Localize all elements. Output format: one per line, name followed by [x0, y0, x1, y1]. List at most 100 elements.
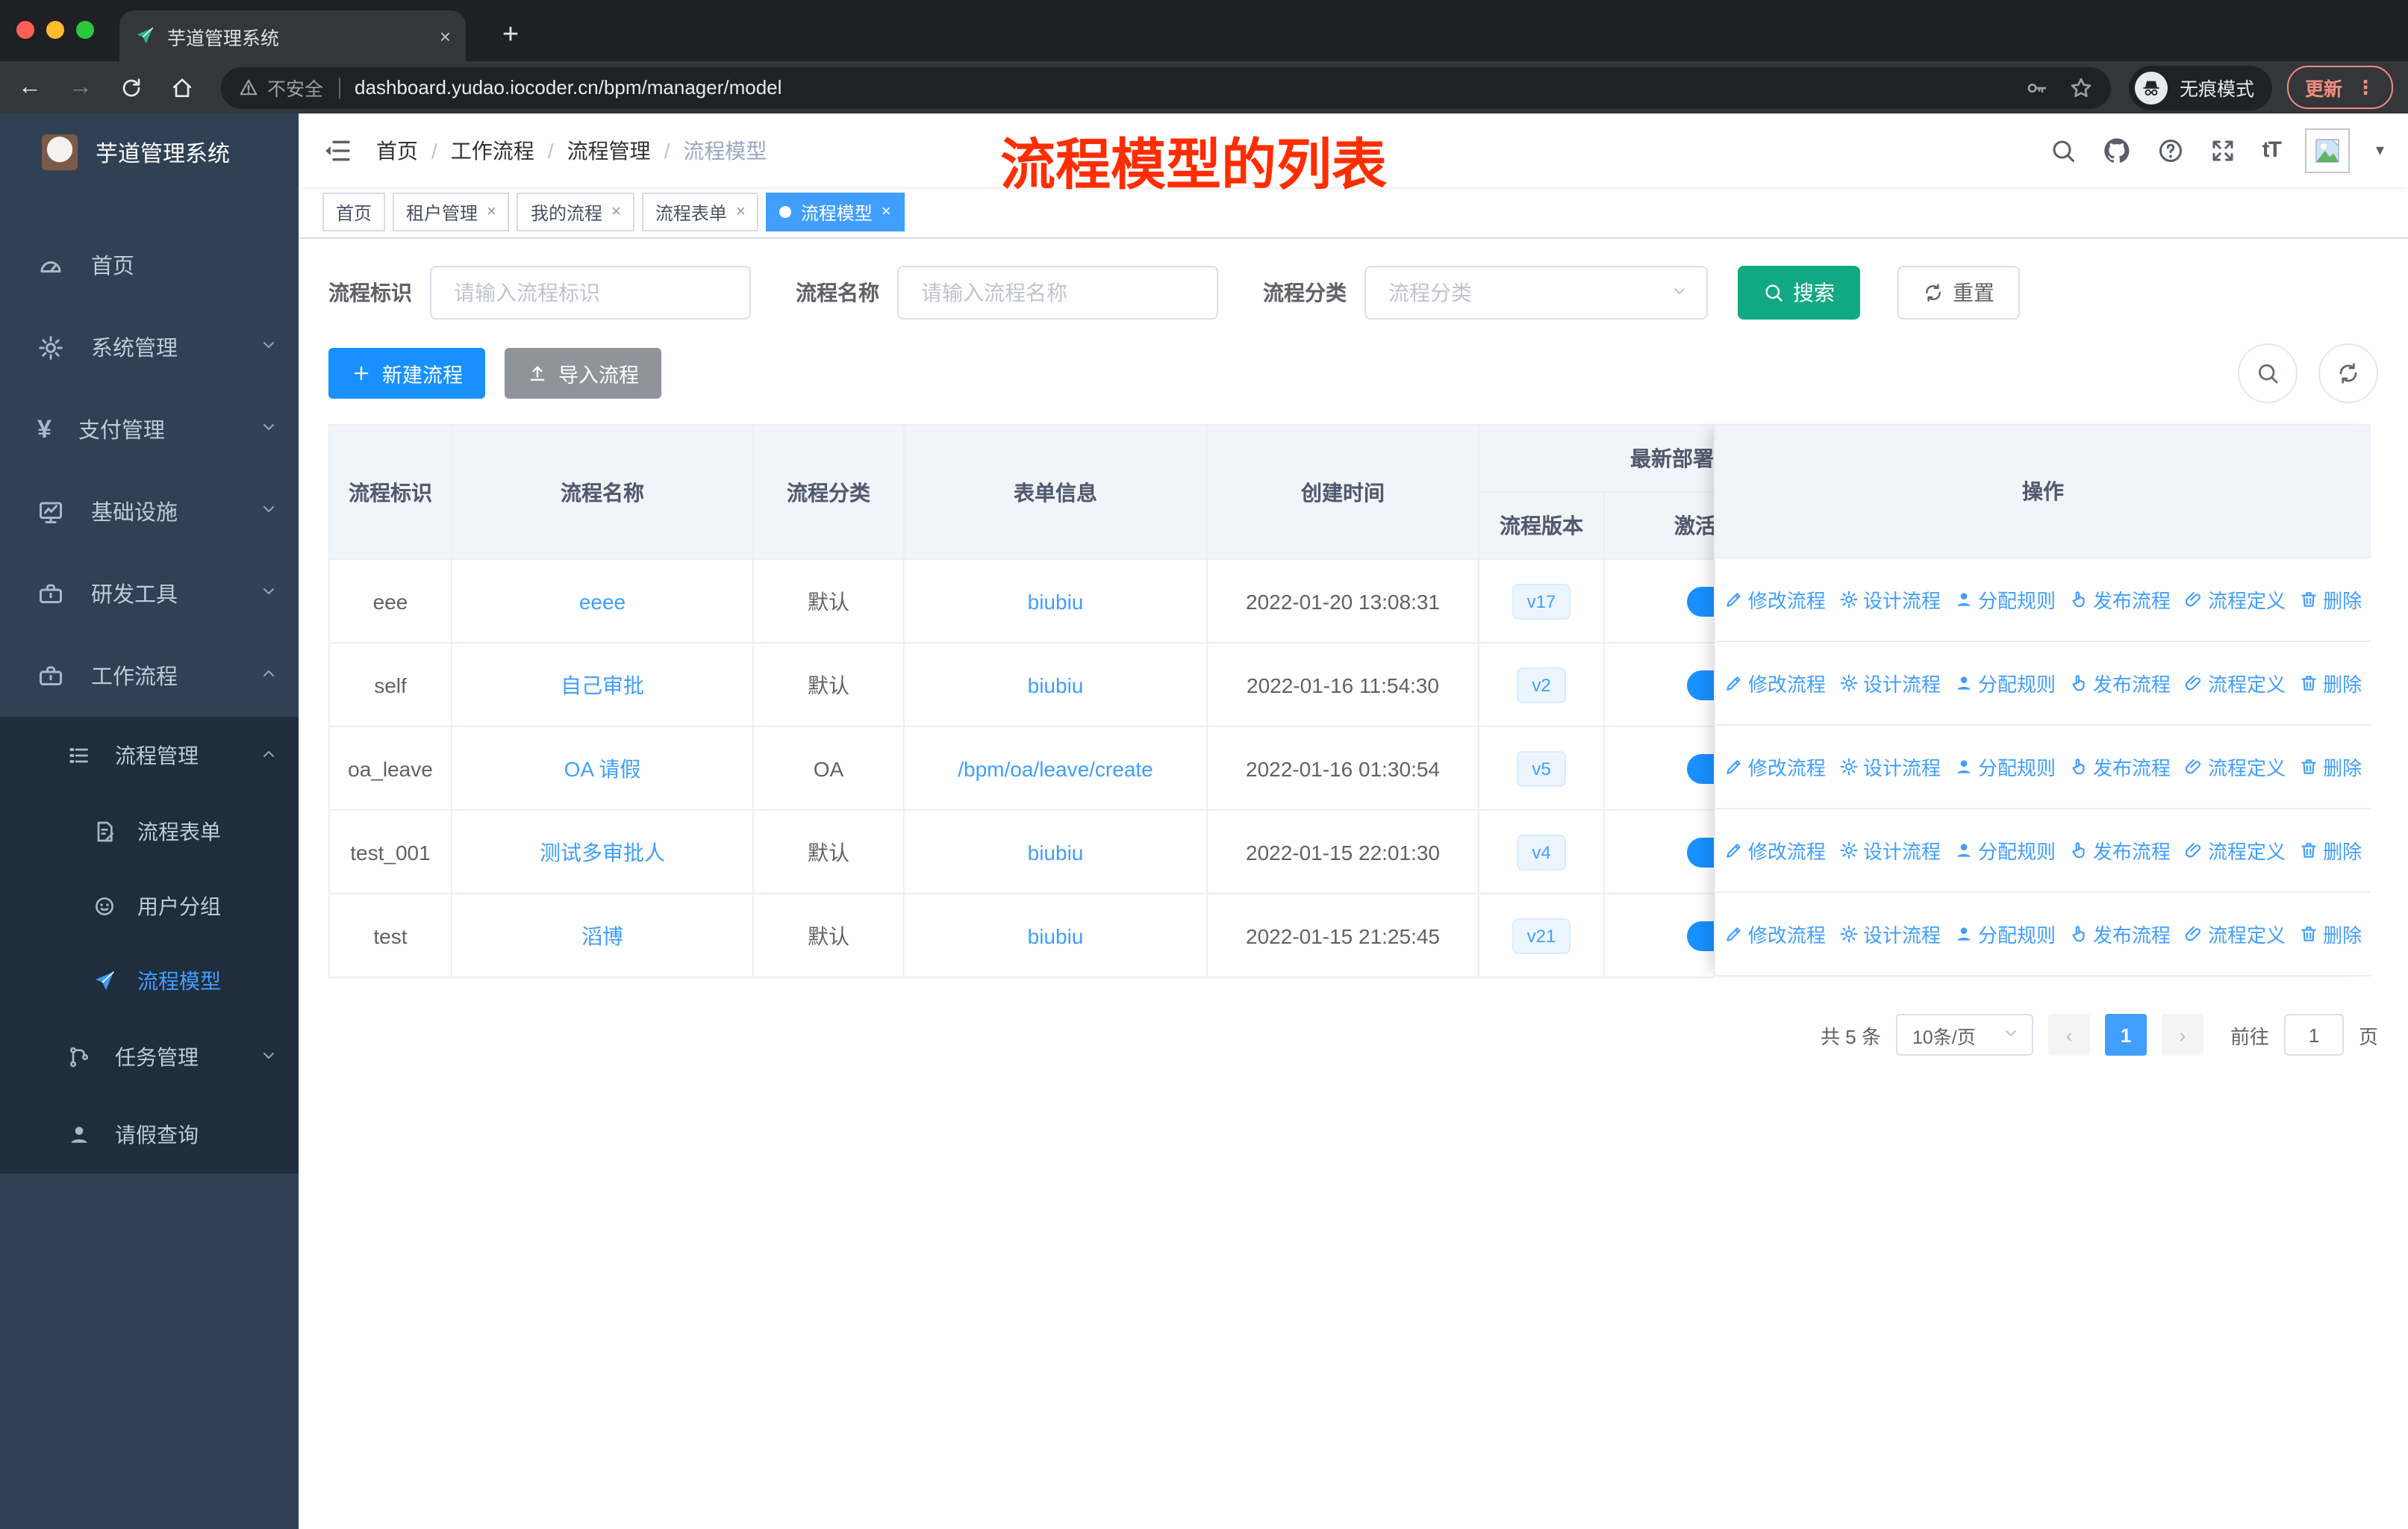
assign-rule-link[interactable]: 分配规则 — [1954, 669, 2056, 697]
sidebar-item-user-group[interactable]: 用户分组 — [0, 869, 299, 944]
breadcrumb-home[interactable]: 首页 — [376, 135, 418, 165]
sidebar-item-system[interactable]: 系统管理 — [0, 306, 299, 388]
design-model-link[interactable]: 设计流程 — [1839, 920, 1941, 948]
tag-process-form[interactable]: 流程表单 × — [641, 193, 759, 231]
form-link[interactable]: biubiu — [1028, 840, 1084, 864]
collapse-sidebar-icon[interactable] — [322, 135, 352, 165]
sidebar-item-process-model[interactable]: 流程模型 — [0, 944, 299, 1018]
edit-model-link[interactable]: 修改流程 — [1724, 753, 1826, 781]
model-name-link[interactable]: 测试多审批人 — [540, 840, 665, 864]
page-number-1[interactable]: 1 — [2104, 1014, 2147, 1056]
definition-link[interactable]: 流程定义 — [2184, 836, 2286, 865]
app-logo[interactable]: 芋道管理系统 — [0, 113, 299, 191]
delete-model-link[interactable]: 删除 — [2299, 669, 2362, 697]
browser-tab[interactable]: 芋道管理系统 × — [119, 10, 466, 61]
active-toggle[interactable] — [1686, 670, 1714, 700]
search-icon[interactable] — [2050, 137, 2077, 164]
process-name-input[interactable] — [897, 266, 1218, 320]
delete-model-link[interactable]: 删除 — [2299, 753, 2362, 781]
form-link[interactable]: /bpm/oa/leave/create — [958, 756, 1153, 780]
definition-link[interactable]: 流程定义 — [2184, 920, 2286, 948]
tag-tenant[interactable]: 租户管理 × — [393, 193, 510, 231]
tag-home[interactable]: 首页 — [322, 193, 386, 231]
bookmark-star-icon[interactable] — [2069, 75, 2093, 99]
sidebar-item-workflow[interactable]: 工作流程 — [0, 635, 299, 717]
design-model-link[interactable]: 设计流程 — [1839, 753, 1941, 781]
edit-model-link[interactable]: 修改流程 — [1724, 836, 1826, 865]
import-process-button[interactable]: 导入流程 — [505, 348, 661, 399]
definition-link[interactable]: 流程定义 — [2184, 585, 2286, 614]
delete-model-link[interactable]: 删除 — [2299, 836, 2362, 865]
form-link[interactable]: biubiu — [1028, 673, 1084, 697]
back-button[interactable]: ← — [18, 74, 42, 101]
publish-model-link[interactable]: 发布流程 — [2069, 836, 2171, 865]
update-browser-button[interactable]: 更新 ⋮ — [2286, 66, 2393, 109]
close-tab-icon[interactable]: × — [440, 25, 451, 47]
browser-menu-icon[interactable]: ⋮ — [2356, 75, 2375, 99]
version-badge[interactable]: v2 — [1517, 667, 1566, 703]
active-toggle[interactable] — [1686, 586, 1714, 616]
publish-model-link[interactable]: 发布流程 — [2069, 585, 2171, 614]
avatar[interactable] — [2305, 128, 2351, 172]
active-toggle[interactable] — [1686, 837, 1714, 867]
tag-my-process[interactable]: 我的流程 × — [517, 193, 634, 231]
page-size-select[interactable]: 10条/页 — [1895, 1014, 2033, 1056]
active-toggle[interactable] — [1686, 921, 1714, 950]
assign-rule-link[interactable]: 分配规则 — [1954, 585, 2056, 614]
delete-model-link[interactable]: 删除 — [2299, 920, 2362, 948]
definition-link[interactable]: 流程定义 — [2184, 669, 2286, 697]
minimize-window-button[interactable] — [46, 21, 64, 39]
process-key-input[interactable] — [430, 266, 751, 320]
github-icon[interactable] — [2103, 135, 2133, 165]
sidebar-item-infra[interactable]: 基础设施 — [0, 470, 299, 552]
edit-model-link[interactable]: 修改流程 — [1724, 585, 1826, 614]
model-name-link[interactable]: 滔博 — [581, 924, 623, 947]
model-name-link[interactable]: OA 请假 — [564, 756, 641, 780]
security-warning[interactable]: 不安全 — [239, 73, 323, 102]
design-model-link[interactable]: 设计流程 — [1839, 585, 1941, 614]
sidebar-item-devtools[interactable]: 研发工具 — [0, 552, 299, 635]
close-window-button[interactable] — [16, 21, 34, 39]
new-tab-button[interactable]: + — [493, 18, 528, 54]
help-icon[interactable] — [2158, 137, 2185, 164]
publish-model-link[interactable]: 发布流程 — [2069, 669, 2171, 697]
key-icon[interactable] — [2024, 75, 2048, 99]
reset-button[interactable]: 重置 — [1897, 266, 2020, 320]
home-button[interactable] — [170, 75, 194, 99]
forward-button[interactable]: → — [69, 74, 93, 101]
publish-model-link[interactable]: 发布流程 — [2069, 753, 2171, 781]
model-name-link[interactable]: 自己审批 — [561, 673, 644, 697]
close-tag-icon[interactable]: × — [882, 203, 891, 221]
font-size-icon[interactable]: tT — [2262, 137, 2282, 163]
sidebar-item-process-manage[interactable]: 流程管理 — [0, 717, 299, 794]
active-toggle[interactable] — [1686, 753, 1714, 783]
sidebar-item-leave-query[interactable]: 请假查询 — [0, 1096, 299, 1174]
version-badge[interactable]: v17 — [1512, 583, 1571, 619]
sidebar-item-process-form[interactable]: 流程表单 — [0, 794, 299, 869]
close-tag-icon[interactable]: × — [487, 203, 496, 221]
tag-process-model[interactable]: 流程模型 × — [766, 193, 905, 231]
definition-link[interactable]: 流程定义 — [2184, 753, 2286, 781]
refresh-table-button[interactable] — [2318, 343, 2378, 403]
search-button[interactable]: 搜索 — [1738, 266, 1860, 320]
next-page-button[interactable]: › — [2161, 1014, 2203, 1056]
close-tag-icon[interactable]: × — [611, 203, 621, 221]
close-tag-icon[interactable]: × — [736, 203, 746, 221]
assign-rule-link[interactable]: 分配规则 — [1954, 753, 2056, 781]
reload-button[interactable] — [119, 75, 143, 99]
sidebar-item-home[interactable]: 首页 — [0, 224, 299, 306]
toggle-search-button[interactable] — [2238, 343, 2298, 403]
url-text[interactable]: dashboard.yudao.iocoder.cn/bpm/manager/m… — [355, 76, 2024, 99]
process-category-select[interactable]: 流程分类 — [1364, 266, 1708, 320]
sidebar-item-payment[interactable]: ¥ 支付管理 — [0, 388, 299, 470]
form-link[interactable]: biubiu — [1028, 924, 1084, 947]
publish-model-link[interactable]: 发布流程 — [2069, 920, 2171, 948]
zoom-window-button[interactable] — [76, 21, 94, 39]
breadcrumb-workflow[interactable]: 工作流程 — [451, 135, 534, 165]
fullscreen-icon[interactable] — [2210, 137, 2237, 164]
goto-page-input[interactable] — [2283, 1014, 2344, 1056]
breadcrumb-process-manage[interactable]: 流程管理 — [567, 135, 651, 165]
sidebar-item-task-manage[interactable]: 任务管理 — [0, 1018, 299, 1096]
delete-model-link[interactable]: 删除 — [2299, 585, 2362, 614]
form-link[interactable]: biubiu — [1028, 589, 1084, 613]
